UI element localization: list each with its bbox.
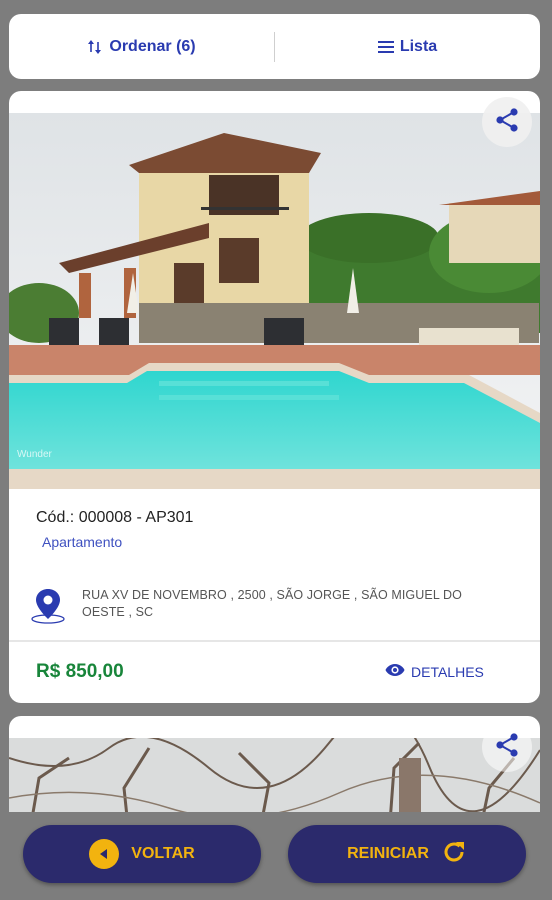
property-price: R$ 850,00: [36, 661, 124, 682]
list-label: Lista: [399, 37, 438, 55]
location-pin-icon: [30, 587, 66, 630]
property-address: RUA XV DE NOVEMBRO , 2500 , SÃO JORGE , …: [82, 588, 462, 619]
photo-watermark: Wunder: [17, 449, 53, 460]
sort-button[interactable]: Ordenar (6): [9, 14, 274, 79]
sort-icon: [87, 38, 103, 56]
back-label: VOLTAR: [131, 845, 195, 862]
restart-button[interactable]: REINICIAR: [288, 825, 526, 883]
details-label: DETALHES: [411, 663, 484, 680]
eye-icon: [385, 663, 405, 680]
card-divider: [9, 640, 540, 642]
list-view-button[interactable]: Lista: [275, 14, 540, 79]
property-photo[interactable]: Wunder: [9, 113, 540, 489]
sort-label: Ordenar (6): [109, 37, 196, 55]
list-icon: [377, 40, 394, 54]
back-button[interactable]: VOLTAR: [23, 825, 261, 883]
share-button-2[interactable]: [482, 722, 532, 772]
back-arrow-icon: [89, 839, 120, 869]
property-type: Apartamento: [42, 534, 123, 550]
details-button[interactable]: DETALHES: [385, 663, 484, 680]
restart-label: REINICIAR: [347, 845, 429, 862]
share-icon: [494, 107, 520, 138]
share-button[interactable]: [482, 97, 532, 147]
property-code: Cód.: 000008 - AP301: [36, 509, 194, 526]
property-card[interactable]: Wunder Cód.: 000008 - AP301 Apartamento …: [9, 91, 540, 703]
share-icon: [494, 732, 520, 763]
refresh-icon: [441, 839, 467, 870]
toolbar: Ordenar (6) Lista: [9, 14, 540, 79]
